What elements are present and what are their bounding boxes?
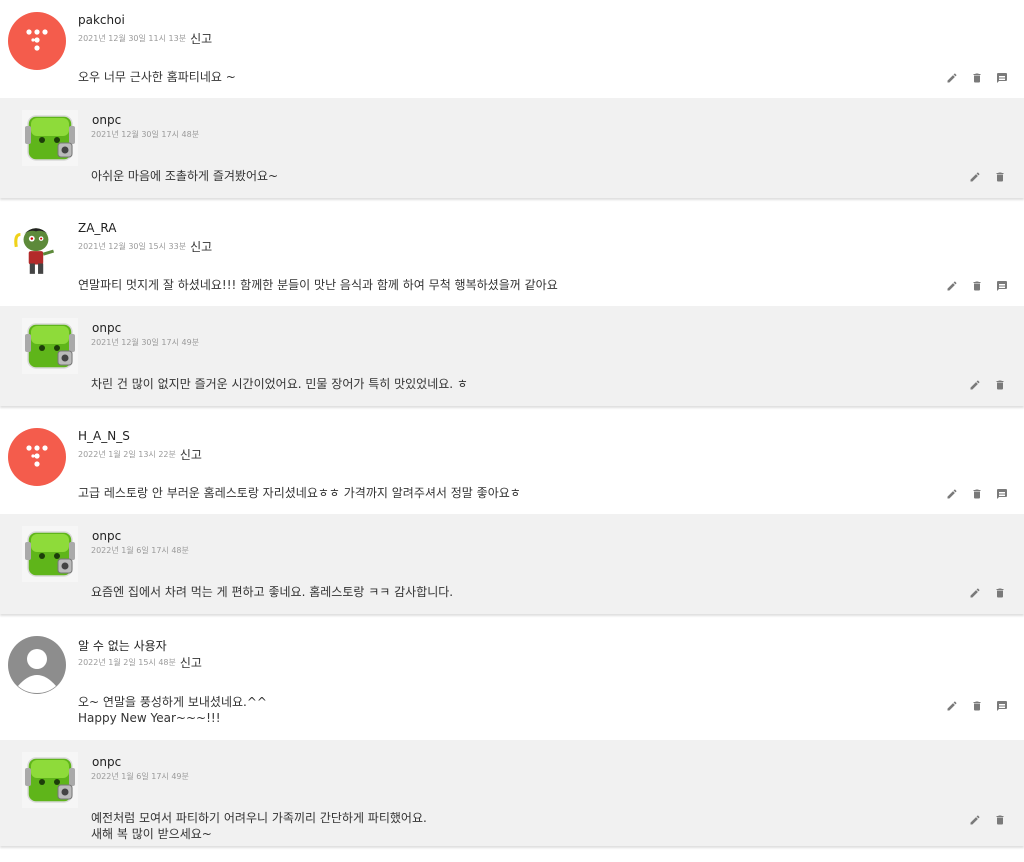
reply-actions: [967, 812, 1007, 827]
delete-icon[interactable]: [969, 486, 984, 501]
edit-icon[interactable]: [944, 486, 959, 501]
comment-meta: 2021년 12월 30일 11시 13분 신고: [78, 30, 212, 47]
comment-text: 고급 레스토랑 안 부러운 홈레스토랑 자리셨네요ㅎㅎ 가격까지 알려주셔서 정…: [78, 486, 521, 500]
comment-date: 2021년 12월 30일 11시 13분: [78, 34, 187, 43]
comment-actions: [944, 698, 1009, 713]
report-link[interactable]: 신고: [190, 32, 212, 46]
edit-icon[interactable]: [944, 278, 959, 293]
comment-actions: [944, 70, 1009, 85]
comment-meta: 2021년 12월 30일 15시 33분 신고: [78, 238, 212, 255]
reply: onpc 2021년 12월 30일 17시 48분 아쉬운 마음에 조촐하게 …: [0, 98, 1024, 198]
reply-author[interactable]: onpc: [92, 113, 121, 127]
reply-text: 차린 건 많이 없지만 즐거운 시간이었어요. 민물 장어가 특히 맛있었네요.…: [91, 377, 468, 391]
delete-icon[interactable]: [969, 698, 984, 713]
reply-text: 아쉬운 마음에 조촐하게 즐겨봤어요~: [91, 169, 279, 183]
reply: onpc 2021년 12월 30일 17시 49분 차린 건 많이 없지만 즐…: [0, 306, 1024, 406]
comment: ZA_RA 2021년 12월 30일 15시 33분 신고 연말파티 멋지게 잘…: [0, 208, 1024, 306]
reply-icon[interactable]: [994, 486, 1009, 501]
edit-icon[interactable]: [944, 698, 959, 713]
edit-icon[interactable]: [967, 812, 982, 827]
avatar[interactable]: [22, 318, 78, 374]
comment-date: 2022년 1월 2일 13시 22분: [78, 450, 176, 459]
avatar[interactable]: [8, 12, 66, 70]
delete-icon[interactable]: [992, 169, 1007, 184]
comment-date: 2021년 12월 30일 15시 33분: [78, 242, 187, 251]
reply: onpc 2022년 1월 6일 17시 49분 예전처럼 모여서 파티하기 어…: [0, 740, 1024, 846]
comment-actions: [944, 486, 1009, 501]
avatar[interactable]: [22, 110, 78, 166]
reply-author[interactable]: onpc: [92, 529, 121, 543]
comment: pakchoi 2021년 12월 30일 11시 13분 신고 오우 너무 근사…: [0, 0, 1024, 98]
report-link[interactable]: 신고: [180, 656, 202, 670]
comment-text: 오우 너무 근사한 홈파티네요 ~: [78, 70, 236, 84]
edit-icon[interactable]: [967, 585, 982, 600]
comment: 알 수 없는 사용자 2022년 1월 2일 15시 48분 신고 오~ 연말을 …: [0, 624, 1024, 740]
report-link[interactable]: 신고: [180, 448, 202, 462]
delete-icon[interactable]: [992, 812, 1007, 827]
delete-icon[interactable]: [992, 585, 1007, 600]
reply-icon[interactable]: [994, 278, 1009, 293]
report-link[interactable]: 신고: [190, 240, 212, 254]
reply-icon[interactable]: [994, 70, 1009, 85]
reply-actions: [967, 169, 1007, 184]
reply-actions: [967, 377, 1007, 392]
avatar[interactable]: [22, 752, 78, 808]
comment-date: 2022년 1월 2일 15시 48분: [78, 658, 176, 667]
comment-meta: 2022년 1월 2일 15시 48분 신고: [78, 654, 202, 671]
avatar[interactable]: [8, 428, 66, 486]
avatar[interactable]: [8, 220, 66, 278]
reply-date: 2021년 12월 30일 17시 49분: [91, 338, 200, 347]
reply-author[interactable]: onpc: [92, 321, 121, 335]
avatar[interactable]: [22, 526, 78, 582]
comment-author[interactable]: ZA_RA: [78, 221, 117, 235]
reply-date: 2022년 1월 6일 17시 49분: [91, 772, 189, 781]
comment-text: 오~ 연말을 풍성하게 보내셨네요.^^ Happy New Year~~~!!…: [78, 695, 267, 725]
reply: onpc 2022년 1월 6일 17시 48분 요즘엔 집에서 차려 먹는 게…: [0, 514, 1024, 614]
reply-date: 2022년 1월 6일 17시 48분: [91, 546, 189, 555]
reply-icon[interactable]: [994, 698, 1009, 713]
reply-text: 예전처럼 모여서 파티하기 어려우니 가족끼리 간단하게 파티했어요. 새해 복…: [91, 811, 427, 841]
delete-icon[interactable]: [992, 377, 1007, 392]
edit-icon[interactable]: [944, 70, 959, 85]
comment-author[interactable]: 알 수 없는 사용자: [78, 637, 167, 654]
comment-text: 연말파티 멋지게 잘 하셨네요!!! 함께한 분들이 맛난 음식과 함께 하여 …: [78, 278, 558, 292]
edit-icon[interactable]: [967, 169, 982, 184]
reply-text: 요즘엔 집에서 차려 먹는 게 편하고 좋네요. 홈레스토랑 ㅋㅋ 감사합니다.: [91, 585, 454, 599]
delete-icon[interactable]: [969, 70, 984, 85]
comment: H_A_N_S 2022년 1월 2일 13시 22분 신고 고급 레스토랑 안 …: [0, 416, 1024, 514]
delete-icon[interactable]: [969, 278, 984, 293]
avatar[interactable]: [8, 636, 66, 694]
reply-actions: [967, 585, 1007, 600]
comment-actions: [944, 278, 1009, 293]
comment-author[interactable]: H_A_N_S: [78, 429, 130, 443]
comment-meta: 2022년 1월 2일 13시 22분 신고: [78, 446, 202, 463]
reply-author[interactable]: onpc: [92, 755, 121, 769]
edit-icon[interactable]: [967, 377, 982, 392]
comment-author[interactable]: pakchoi: [78, 13, 125, 27]
reply-date: 2021년 12월 30일 17시 48분: [91, 130, 200, 139]
